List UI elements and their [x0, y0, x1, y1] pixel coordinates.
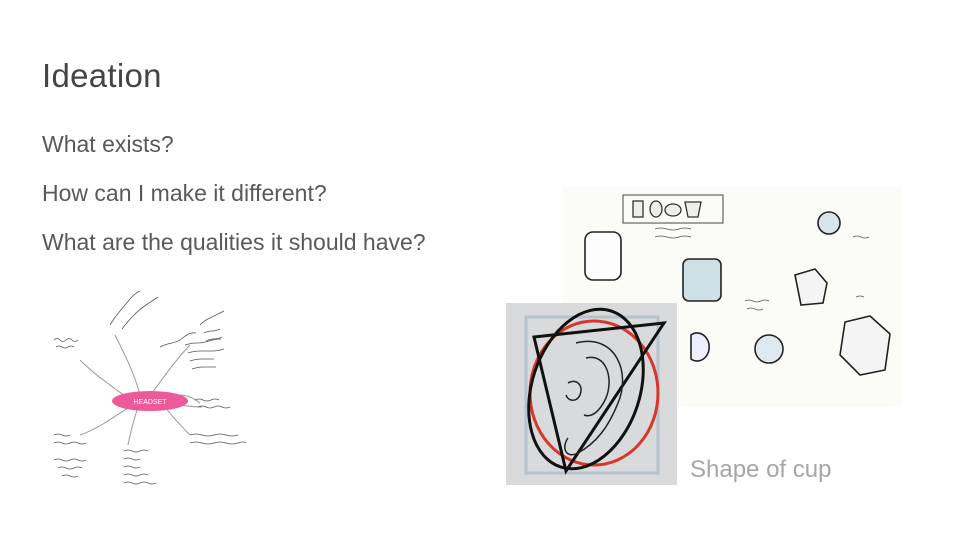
mindmap-sketch-image: HEADSET: [40, 285, 280, 520]
bullet-make-different: How can I make it different?: [42, 180, 327, 206]
ear-shape-photo: [506, 303, 677, 485]
mindmap-center-label: HEADSET: [133, 399, 167, 406]
bullet-what-exists: What exists?: [42, 131, 174, 157]
slide-title: Ideation: [42, 57, 162, 94]
shape-of-cup-caption: Shape of cup: [690, 456, 832, 483]
bullet-qualities: What are the qualities it should have?: [42, 229, 426, 255]
